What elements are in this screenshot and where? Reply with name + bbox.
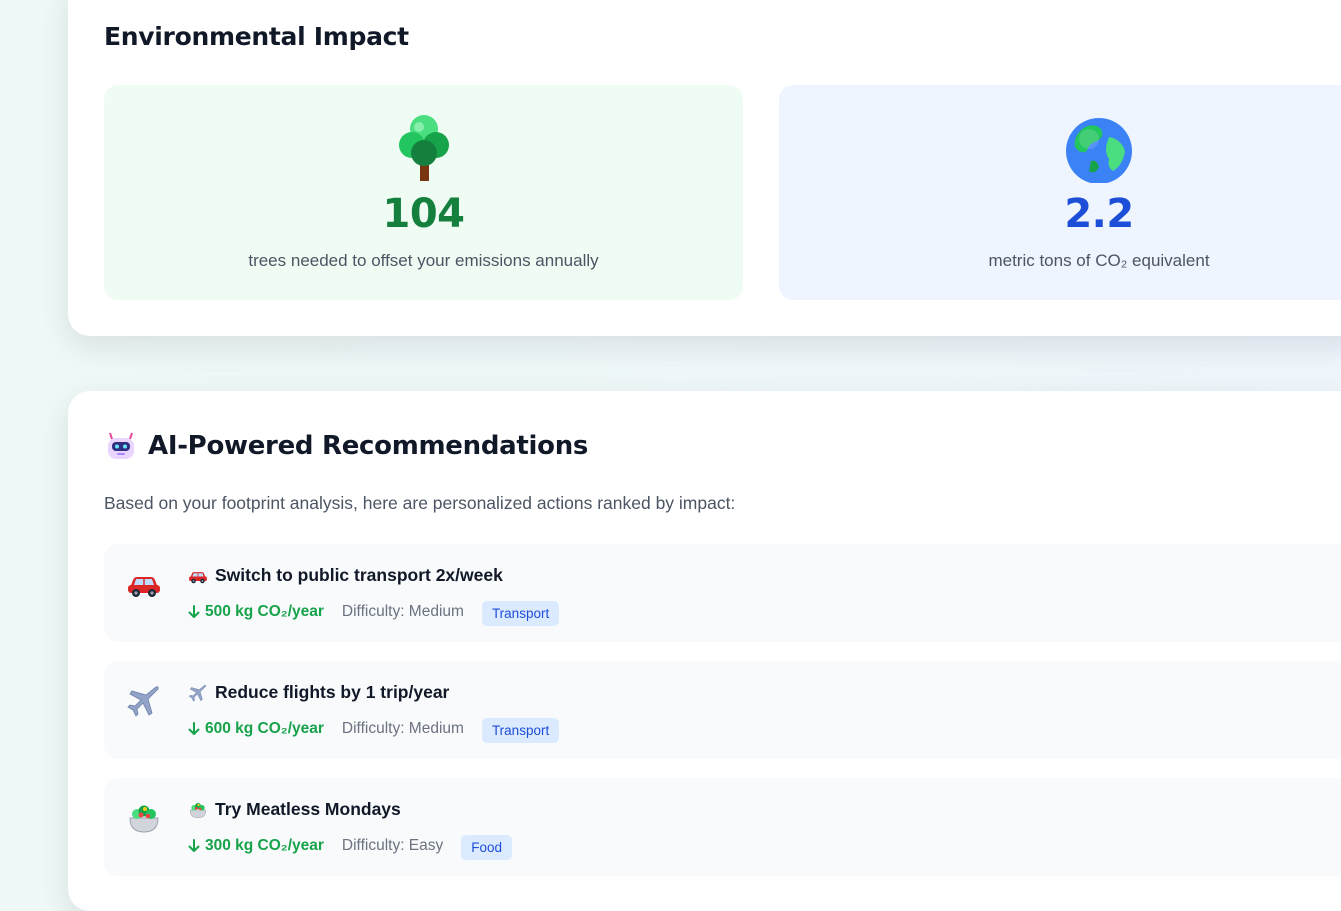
recommendation-item[interactable]: Try Meatless Mondays 300 kg CO₂/year Dif…	[104, 778, 1341, 876]
recommendation-title: Try Meatless Mondays	[188, 799, 401, 820]
airplane-icon	[188, 683, 208, 703]
arrow-down-icon	[188, 605, 200, 619]
recommendation-difficulty: Difficulty: Medium	[341, 719, 464, 737]
trees-value: 104	[382, 191, 466, 237]
car-icon	[126, 566, 162, 602]
recommendations-title: AI-Powered Recommendations	[104, 429, 588, 463]
recommendation-title: Reduce flights by 1 trip/year	[188, 682, 449, 703]
saving-text: 500 kg CO₂/year	[205, 602, 324, 620]
recommendation-title-text: Switch to public transport 2x/week	[215, 565, 503, 585]
recommendations-card: AI-Powered Recommendations Based on your…	[68, 391, 1341, 911]
category-tag: Food	[461, 835, 513, 860]
category-tag: Transport	[481, 601, 560, 626]
salad-icon	[126, 800, 162, 836]
recommendation-meta: 300 kg CO₂/year Difficulty: Easy Food	[188, 831, 513, 860]
recommendation-saving: 600 kg CO₂/year	[188, 720, 324, 738]
recommendation-title: Switch to public transport 2x/week	[188, 565, 503, 586]
recommendation-meta: 600 kg CO₂/year Difficulty: Medium Trans…	[188, 714, 560, 743]
trees-stat-box: 104 trees needed to offset your emission…	[104, 85, 743, 300]
arrow-down-icon	[188, 722, 200, 736]
recommendation-saving: 500 kg CO₂/year	[188, 603, 324, 621]
recommendation-difficulty: Difficulty: Medium	[341, 602, 464, 620]
saving-text: 600 kg CO₂/year	[205, 719, 324, 737]
impact-title: Environmental Impact	[104, 22, 409, 51]
arrow-down-icon	[188, 839, 200, 853]
airplane-icon	[126, 683, 162, 719]
car-icon	[188, 566, 208, 586]
co2-value: 2.2	[1064, 191, 1134, 237]
recommendation-saving: 300 kg CO₂/year	[188, 837, 324, 855]
recommendation-title-text: Reduce flights by 1 trip/year	[215, 682, 450, 702]
recommendation-item[interactable]: Reduce flights by 1 trip/year 600 kg CO₂…	[104, 661, 1341, 759]
category-tag: Transport	[481, 718, 560, 743]
co2-stat-box: 2.2 metric tons of CO₂ equivalent	[779, 85, 1341, 300]
recommendation-item[interactable]: Switch to public transport 2x/week 500 k…	[104, 544, 1341, 642]
recommendations-intro: Based on your footprint analysis, here a…	[104, 493, 736, 513]
environmental-impact-card: Environmental Impact 104 trees needed to…	[68, 0, 1341, 336]
salad-icon	[188, 800, 208, 820]
recommendation-title-text: Try Meatless Mondays	[215, 799, 401, 819]
saving-text: 300 kg CO₂/year	[205, 836, 324, 854]
co2-label: metric tons of CO₂ equivalent	[988, 251, 1210, 270]
recommendations-title-text: AI-Powered Recommendations	[148, 431, 589, 461]
globe-icon	[1066, 118, 1132, 183]
recommendation-meta: 500 kg CO₂/year Difficulty: Medium Trans…	[188, 597, 560, 626]
trees-label: trees needed to offset your emissions an…	[248, 251, 599, 270]
recommendation-difficulty: Difficulty: Easy	[341, 836, 444, 854]
tree-icon	[398, 115, 449, 181]
robot-icon	[108, 432, 134, 459]
